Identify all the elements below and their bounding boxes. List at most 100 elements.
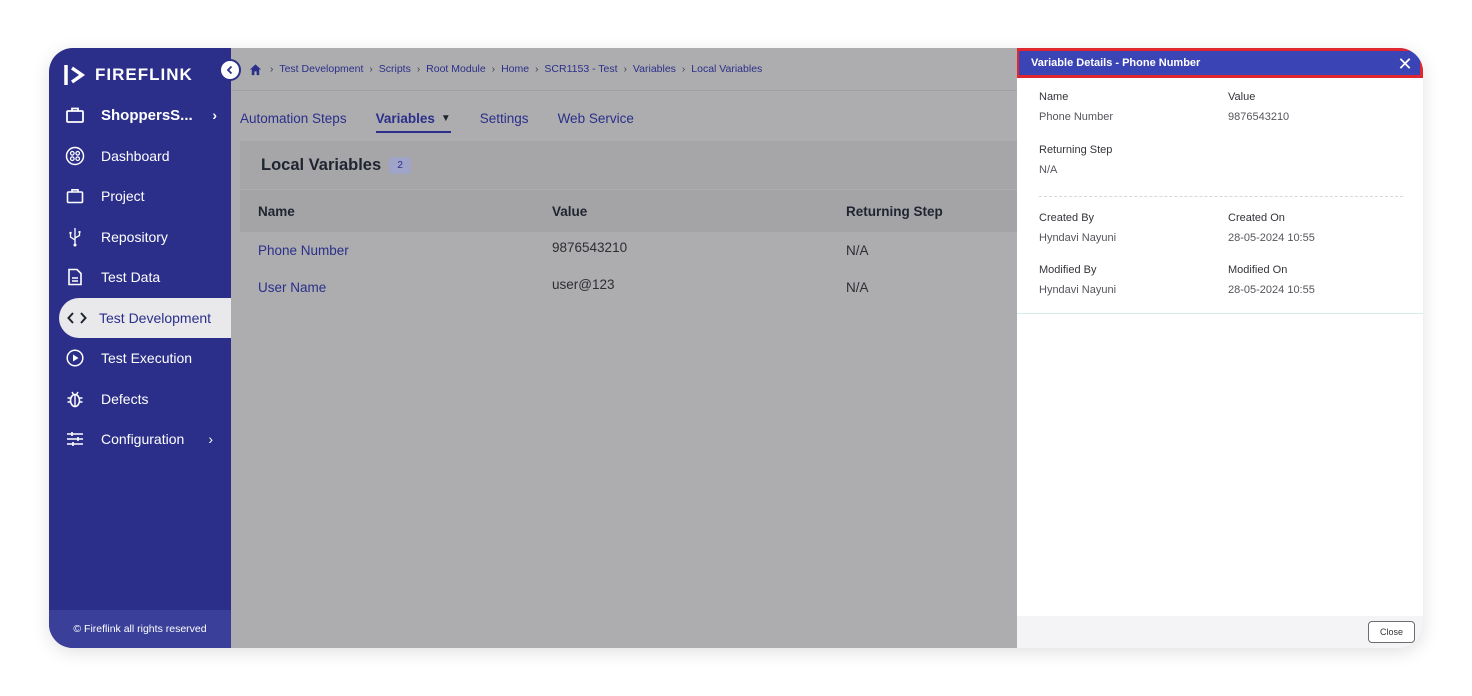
column-header-value: Value (552, 203, 588, 219)
sidebar-item-label: Test Data (101, 269, 161, 286)
table-header: Name Value Returning Step (240, 190, 1017, 232)
panel-footer: Close (1017, 616, 1423, 648)
main-content: › Test Development › Scripts › Root Modu… (231, 48, 1017, 648)
breadcrumb-scripts[interactable]: Scripts (379, 63, 411, 75)
field-label: Modified By (1039, 264, 1097, 276)
sidebar-item-test-development[interactable]: Test Development (59, 297, 231, 338)
count-badge: 2 (389, 156, 412, 174)
variable-value: 9876543210 (552, 239, 628, 255)
script-tabs: Automation Steps Variables ▼ Settings We… (240, 106, 663, 133)
breadcrumb-root-module[interactable]: Root Module (426, 63, 486, 75)
field-label: Created By (1039, 212, 1095, 224)
sidebar-item-label: Defects (101, 390, 149, 407)
section-title: Local Variables (261, 155, 382, 174)
variables-table: Name Value Returning Step Phone Number 9… (240, 190, 1017, 306)
app-window: FIREFLINK ShoppersS... › Dashboard Proje… (49, 48, 1423, 648)
tab-label: Settings (479, 110, 529, 126)
table-row[interactable]: Phone Number 9876543210 N/A (240, 232, 1017, 269)
chevron-right-icon: › (270, 63, 274, 75)
sidebar-nav: ShoppersS... › Dashboard Project Reposit… (49, 95, 231, 460)
sidebar-item-label: Configuration (101, 431, 185, 448)
chevron-right-icon: › (208, 431, 213, 447)
breadcrumb-test-development[interactable]: Test Development (279, 63, 363, 75)
project-name: ShoppersS... (101, 106, 193, 124)
sidebar-item-label: Repository (101, 228, 168, 245)
logo[interactable]: FIREFLINK (63, 62, 193, 88)
variable-returning-step: N/A (846, 280, 869, 295)
table-row[interactable]: User Name user@123 N/A (240, 269, 1017, 306)
close-button[interactable]: Close (1368, 621, 1415, 643)
field-label: Value (1228, 91, 1256, 103)
field-label: Created On (1228, 212, 1285, 224)
sidebar-item-test-execution[interactable]: Test Execution (49, 338, 231, 379)
sidebar-item-dashboard[interactable]: Dashboard (49, 136, 231, 177)
home-icon[interactable] (249, 63, 262, 76)
bug-icon (65, 389, 85, 409)
sidebar-item-configuration[interactable]: Configuration › (49, 419, 231, 460)
project-switcher[interactable]: ShoppersS... › (49, 95, 231, 136)
breadcrumb-variables[interactable]: Variables (633, 63, 676, 75)
sidebar-item-label: Test Execution (101, 350, 193, 367)
breadcrumb-script[interactable]: SCR1153 - Test (544, 63, 617, 75)
tab-settings[interactable]: Settings (480, 106, 529, 130)
variable-value: user@123 (552, 276, 615, 292)
panel-header: Variable Details - Phone Number ✕ (1017, 48, 1423, 78)
column-header-name: Name (258, 203, 295, 219)
modified-on-field: Modified On 28-05-2024 10:55 (1228, 264, 1315, 296)
chevron-left-icon (226, 65, 233, 75)
divider (231, 90, 1017, 91)
chevron-right-icon: › (535, 63, 539, 75)
divider (1039, 196, 1403, 197)
file-icon (65, 267, 85, 287)
variable-name-link[interactable]: User Name (240, 280, 534, 295)
sidebar-item-label: Dashboard (101, 147, 170, 164)
tab-label: Variables (375, 110, 435, 126)
caret-down-icon[interactable]: ▼ (441, 113, 451, 124)
panel-title: Variable Details - Phone Number (1031, 57, 1201, 69)
tab-label: Automation Steps (240, 110, 347, 126)
usb-icon (65, 227, 85, 247)
briefcase-icon (65, 105, 85, 125)
field-value: 28-05-2024 10:55 (1228, 232, 1315, 244)
field-label: Name (1039, 91, 1069, 103)
section-header: Local Variables 2 (240, 141, 1017, 189)
field-value: Hyndavi Nayuni (1039, 232, 1117, 244)
tab-label: Web Service (557, 110, 634, 126)
sidebar: FIREFLINK ShoppersS... › Dashboard Proje… (49, 48, 241, 648)
tab-automation-steps[interactable]: Automation Steps (240, 106, 347, 130)
field-value: 9876543210 (1228, 111, 1290, 123)
name-field: Name Phone Number (1039, 91, 1113, 123)
variable-returning-step: N/A (846, 243, 869, 258)
logo-text: FIREFLINK (95, 65, 193, 84)
tab-variables[interactable]: Variables ▼ (375, 106, 451, 133)
collapse-sidebar-button[interactable] (219, 59, 241, 81)
chevron-right-icon: › (369, 63, 373, 75)
created-on-field: Created On 28-05-2024 10:55 (1228, 212, 1315, 244)
tab-web-service[interactable]: Web Service (558, 106, 634, 130)
sidebar-item-project[interactable]: Project (49, 176, 231, 217)
close-icon[interactable]: ✕ (1394, 53, 1416, 75)
sidebar-item-test-data[interactable]: Test Data (49, 257, 231, 298)
code-icon (67, 308, 87, 328)
field-value: N/A (1039, 164, 1058, 176)
sidebar-item-repository[interactable]: Repository (49, 217, 231, 258)
sliders-icon (65, 429, 85, 449)
variable-details-panel: Variable Details - Phone Number ✕ Name P… (1017, 48, 1423, 648)
returning-step-field: Returning Step N/A (1039, 144, 1112, 176)
fireflink-logo-icon (64, 65, 86, 85)
breadcrumb-local-variables: Local Variables (691, 63, 763, 75)
variable-name-link[interactable]: Phone Number (240, 243, 534, 258)
sidebar-item-defects[interactable]: Defects (49, 379, 231, 420)
panel-body: Name Phone Number Value 9876543210 Retur… (1017, 78, 1423, 314)
play-circle-icon (65, 348, 85, 368)
sidebar-footer: © Fireflink all rights reserved (49, 610, 231, 648)
field-value: Phone Number (1039, 111, 1113, 123)
breadcrumb-home[interactable]: Home (501, 63, 529, 75)
field-value: Hyndavi Nayuni (1039, 284, 1117, 296)
chevron-right-icon: › (491, 63, 496, 75)
value-field: Value 9876543210 (1228, 91, 1289, 123)
column-header-returning-step: Returning Step (846, 203, 943, 219)
breadcrumb: › Test Development › Scripts › Root Modu… (249, 60, 762, 78)
field-label: Modified On (1228, 264, 1288, 276)
dashboard-icon (65, 146, 85, 166)
